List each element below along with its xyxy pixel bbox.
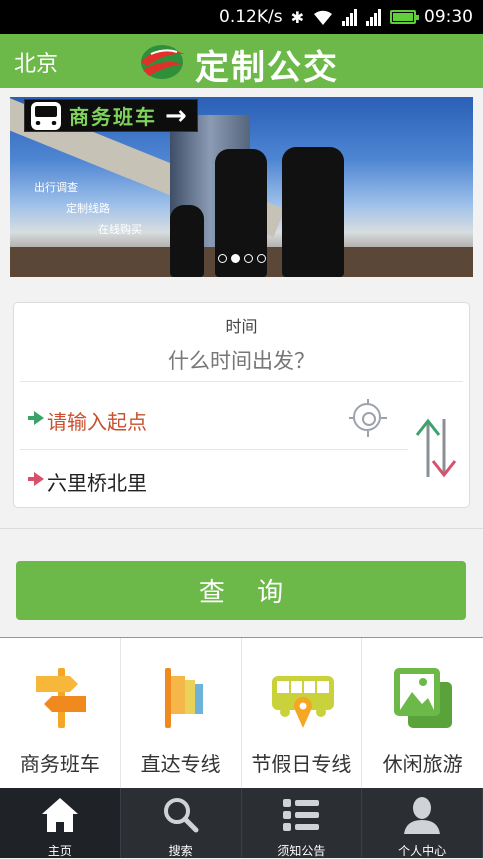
category-grid: 商务班车 直达专线 节假日专线 休闲旅游 [0,637,483,789]
swap-icon[interactable] [414,417,458,479]
banner-line-2: 定制线路 [66,202,110,215]
app-title: 定制公交 [195,48,339,88]
flag-icon [164,668,203,728]
section-divider [0,528,483,529]
end-point-input[interactable]: 六里桥北里 [47,467,147,496]
signpost-icon [36,668,86,728]
route-search-card: 时间 什么时间出发？ 请输入起点 六里桥北里 [13,302,470,508]
home-icon [41,798,78,832]
banner-tag: 商务班车 → [24,99,198,132]
bus-icon [31,101,61,130]
signal-icon [342,8,358,26]
category-label: 直达专线 [140,752,221,776]
tab-home[interactable]: 主页 [0,788,121,858]
category-label: 商务班车 [19,752,100,776]
silhouette-man [282,147,344,277]
banner-dot-active[interactable] [231,254,240,263]
divider [20,381,463,382]
bus-location-icon [271,676,334,728]
promo-banner[interactable]: 商务班车 → 出行调查 定制线路 在线购买 [10,97,473,277]
list-icon [283,799,320,831]
tab-notices[interactable]: 须知公告 [242,788,363,858]
category-leisure-travel[interactable]: 休闲旅游 [362,638,483,789]
arrow-right-icon: → [165,100,189,131]
network-speed: 0.12K/s [219,7,283,27]
time-label: 时间 [225,317,258,336]
status-bar: 0.12K/s ✱ 09:30 [0,0,483,34]
end-arrow-icon [28,472,44,486]
tab-label: 须知公告 [277,844,326,858]
clock: 09:30 [424,7,473,27]
departure-time-picker[interactable]: 什么时间出发？ [14,345,469,375]
banner-line-1: 出行调查 [34,181,78,194]
category-direct-line[interactable]: 直达专线 [121,638,242,789]
tab-label: 主页 [47,844,72,858]
banner-line-3: 在线购买 [98,223,142,236]
city-selector[interactable]: 北京 [14,46,58,78]
category-label: 休闲旅游 [382,752,463,776]
search-icon [163,798,199,833]
tab-profile[interactable]: 个人中心 [362,788,483,858]
tab-label: 搜索 [168,844,193,858]
tab-label: 个人中心 [398,844,447,858]
photo-icon [394,668,453,728]
wifi-icon [312,8,334,26]
bottom-tab-bar: 主页 搜索 须知公告 个人中心 [0,788,483,858]
banner-dot[interactable] [244,254,253,263]
silhouette-child [170,205,204,277]
logo-icon [141,45,185,79]
divider [20,449,408,450]
signal-icon-2 [366,8,382,26]
battery-icon [390,10,419,24]
tab-search[interactable]: 搜索 [121,788,242,858]
locate-icon[interactable] [349,399,387,437]
banner-dot[interactable] [257,254,266,263]
query-button[interactable]: 查 询 [16,561,466,620]
user-icon [404,797,441,834]
category-business-shuttle[interactable]: 商务班车 [0,638,121,789]
start-arrow-icon [28,411,44,425]
app-header: 北京 定制公交 [0,34,483,88]
bluetooth-icon: ✱ [290,7,304,27]
category-holiday-line[interactable]: 节假日专线 [242,638,363,789]
start-point-input[interactable]: 请输入起点 [47,406,147,435]
banner-pagination [218,254,266,263]
category-label: 节假日专线 [251,752,352,776]
banner-tag-label: 商务班车 [69,105,157,129]
banner-dot[interactable] [218,254,227,263]
